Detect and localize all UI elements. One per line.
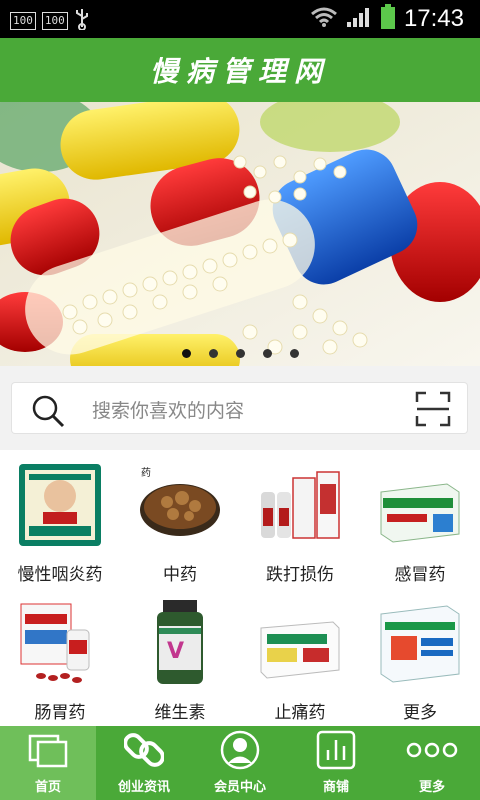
vitamin-bottle-icon: V <box>137 600 223 686</box>
tab-label: 创业资讯 <box>117 780 170 795</box>
home-pages-icon <box>28 730 68 770</box>
category-item[interactable]: 药 中药 <box>120 450 240 588</box>
tab-store[interactable]: 商铺 <box>288 726 384 800</box>
category-grid: 慢性咽炎药 药 中药 跌打损伤 感冒药 肠胃药 V 维生素 止痛药 更多 <box>0 450 480 726</box>
tab-label: 更多 <box>418 780 445 795</box>
category-label: 中药 <box>163 565 197 585</box>
search-section: 搜索你喜欢的内容 <box>0 366 480 450</box>
user-icon <box>220 730 260 770</box>
svg-text:药: 药 <box>141 467 151 479</box>
tab-more[interactable]: 更多 <box>384 726 480 800</box>
category-item[interactable]: 肠胃药 <box>0 588 120 726</box>
tab-label: 商铺 <box>322 780 349 795</box>
category-item[interactable]: 跌打损伤 <box>240 450 360 588</box>
category-item[interactable]: 更多 <box>360 588 480 726</box>
battery-badge-secondary: 100 <box>41 12 68 30</box>
category-label: 跌打损伤 <box>266 565 334 585</box>
herbal-medicine-bowl-icon: 药 <box>137 462 223 548</box>
cold-medicine-box-icon <box>377 462 463 548</box>
category-label: 肠胃药 <box>34 703 86 723</box>
battery-badge: 100 <box>10 12 36 30</box>
search-icon <box>30 393 66 429</box>
category-item[interactable]: 感冒药 <box>360 450 480 588</box>
bruise-medicine-bottles-icon <box>257 462 343 548</box>
signal-icon <box>346 6 372 32</box>
clock: 17:43 <box>403 5 464 32</box>
scan-icon[interactable] <box>415 391 451 427</box>
more-dots-icon <box>404 730 460 770</box>
carousel-dots <box>0 349 480 358</box>
category-label: 更多 <box>403 703 437 723</box>
tab-member-center[interactable]: 会员中心 <box>192 726 288 800</box>
category-label: 止痛药 <box>274 703 326 723</box>
medicine-box-icon <box>377 600 463 686</box>
pills-banner-image <box>0 102 480 366</box>
wifi-icon <box>310 6 338 32</box>
tab-label: 首页 <box>34 780 61 795</box>
tab-label: 会员中心 <box>213 780 266 795</box>
category-label: 感冒药 <box>394 565 446 585</box>
throat-lozenge-box-icon <box>17 462 103 548</box>
carousel-dot[interactable] <box>289 349 299 358</box>
usb-icon <box>74 8 90 34</box>
tab-home[interactable]: 首页 <box>0 726 96 800</box>
carousel-dot[interactable] <box>262 349 272 358</box>
search-input[interactable]: 搜索你喜欢的内容 <box>12 383 467 433</box>
stomach-medicine-box-icon <box>17 600 103 686</box>
battery-icon <box>380 4 396 34</box>
painkiller-box-icon <box>257 600 343 686</box>
category-item[interactable]: 止痛药 <box>240 588 360 726</box>
category-item[interactable]: 慢性咽炎药 <box>0 450 120 588</box>
search-placeholder: 搜索你喜欢的内容 <box>92 400 245 422</box>
carousel-dot[interactable] <box>181 349 191 358</box>
carousel-dot[interactable] <box>208 349 218 358</box>
banner-carousel[interactable] <box>0 102 480 366</box>
svg-text:V: V <box>167 639 184 664</box>
bottom-tab-bar: 首页 创业资讯 会员中心 商铺 更多 <box>0 726 480 800</box>
link-icon <box>123 730 165 770</box>
carousel-dot[interactable] <box>235 349 245 358</box>
category-item[interactable]: V 维生素 <box>120 588 240 726</box>
status-bar: 100 100 17:43 <box>0 0 480 38</box>
store-chart-icon <box>316 730 356 770</box>
page-title: 慢病管理网 <box>149 55 330 88</box>
app-header: 慢病管理网 <box>0 38 480 102</box>
tab-news[interactable]: 创业资讯 <box>96 726 192 800</box>
category-label: 慢性咽炎药 <box>17 565 103 585</box>
category-label: 维生素 <box>154 703 206 723</box>
